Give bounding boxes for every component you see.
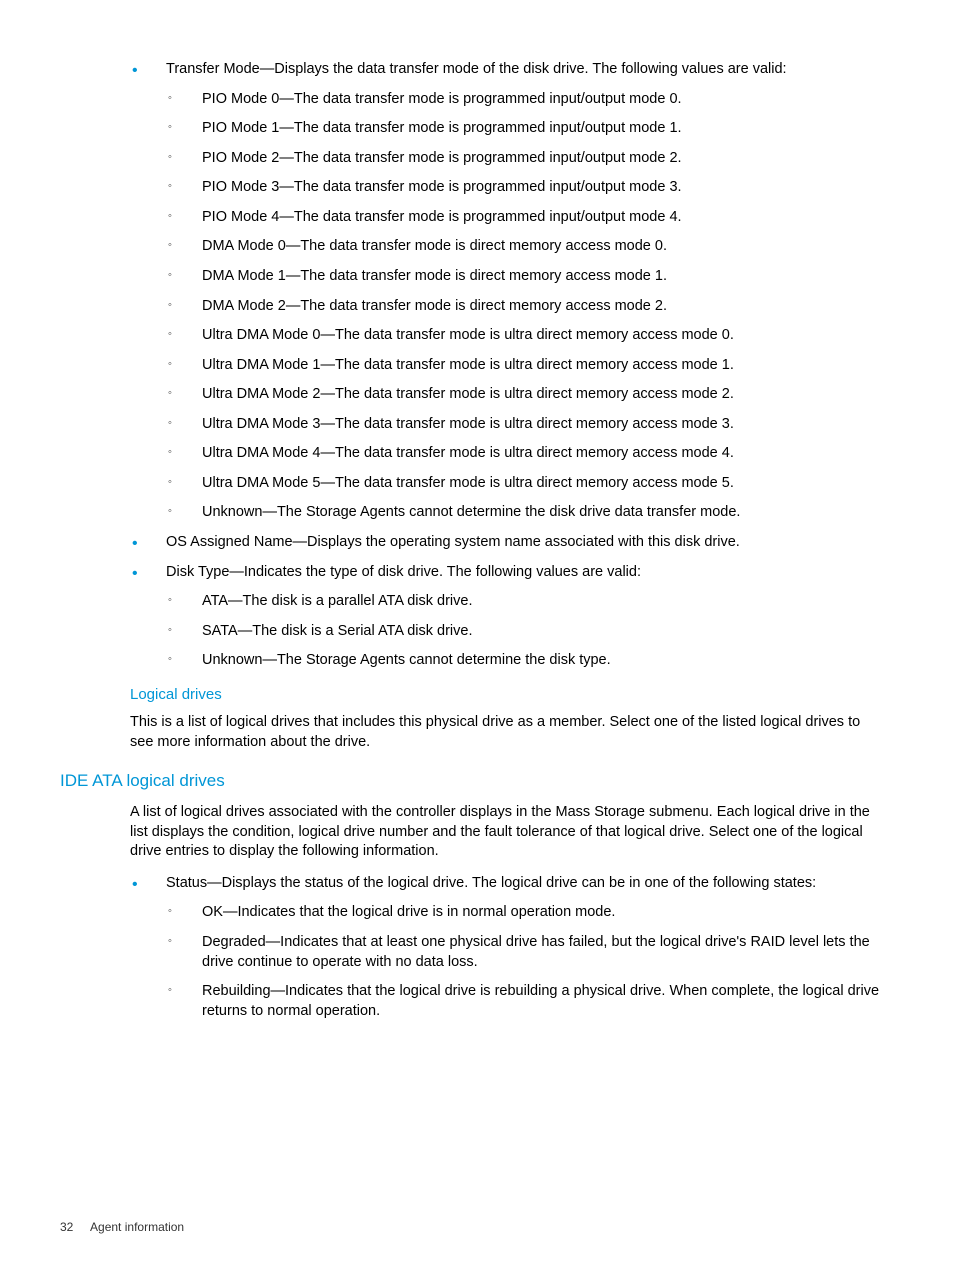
list-item: PIO Mode 2—The data transfer mode is pro… [166,149,884,169]
list-item: ATA—The disk is a parallel ATA disk driv… [166,592,884,612]
disk-type-intro: Disk Type—Indicates the type of disk dri… [166,564,641,580]
page-content: Transfer Mode—Displays the data transfer… [130,60,884,1021]
list-item: Disk Type—Indicates the type of disk dri… [130,563,884,671]
list-item: Ultra DMA Mode 3—The data transfer mode … [166,415,884,435]
logical-drives-heading: Logical drives [130,685,884,705]
footer-section: Agent information [90,1220,184,1234]
list-item: Ultra DMA Mode 4—The data transfer mode … [166,444,884,464]
status-sublist: OK—Indicates that the logical drive is i… [166,903,884,1021]
list-item: Unknown—The Storage Agents cannot determ… [166,503,884,523]
list-item: DMA Mode 0—The data transfer mode is dir… [166,237,884,257]
list-item: Ultra DMA Mode 0—The data transfer mode … [166,326,884,346]
page-number: 32 [60,1220,73,1234]
list-item: PIO Mode 1—The data transfer mode is pro… [166,119,884,139]
ide-ata-paragraph: A list of logical drives associated with… [130,803,884,862]
list-item: Ultra DMA Mode 2—The data transfer mode … [166,385,884,405]
ide-ata-heading: IDE ATA logical drives [60,770,884,793]
list-item: Ultra DMA Mode 5—The data transfer mode … [166,474,884,494]
list-item: PIO Mode 4—The data transfer mode is pro… [166,208,884,228]
ide-ata-list: Status—Displays the status of the logica… [130,874,884,1021]
list-item: Transfer Mode—Displays the data transfer… [130,60,884,523]
list-item: Rebuilding—Indicates that the logical dr… [166,982,884,1021]
disk-type-sublist: ATA—The disk is a parallel ATA disk driv… [166,592,884,671]
list-item: DMA Mode 1—The data transfer mode is dir… [166,267,884,287]
list-item: Ultra DMA Mode 1—The data transfer mode … [166,356,884,376]
list-item: PIO Mode 3—The data transfer mode is pro… [166,178,884,198]
list-item: SATA—The disk is a Serial ATA disk drive… [166,622,884,642]
list-item: Unknown—The Storage Agents cannot determ… [166,651,884,671]
page-footer: 32 Agent information [60,1219,184,1235]
list-item: Status—Displays the status of the logica… [130,874,884,1021]
status-intro: Status—Displays the status of the logica… [166,875,816,891]
transfer-mode-intro: Transfer Mode—Displays the data transfer… [166,61,787,77]
logical-drives-paragraph: This is a list of logical drives that in… [130,713,884,752]
list-item: PIO Mode 0—The data transfer mode is pro… [166,90,884,110]
list-item: DMA Mode 2—The data transfer mode is dir… [166,297,884,317]
list-item: OS Assigned Name—Displays the operating … [130,533,884,553]
list-item: OK—Indicates that the logical drive is i… [166,903,884,923]
top-level-list: Transfer Mode—Displays the data transfer… [130,60,884,671]
transfer-mode-sublist: PIO Mode 0—The data transfer mode is pro… [166,90,884,523]
list-item: Degraded—Indicates that at least one phy… [166,933,884,972]
